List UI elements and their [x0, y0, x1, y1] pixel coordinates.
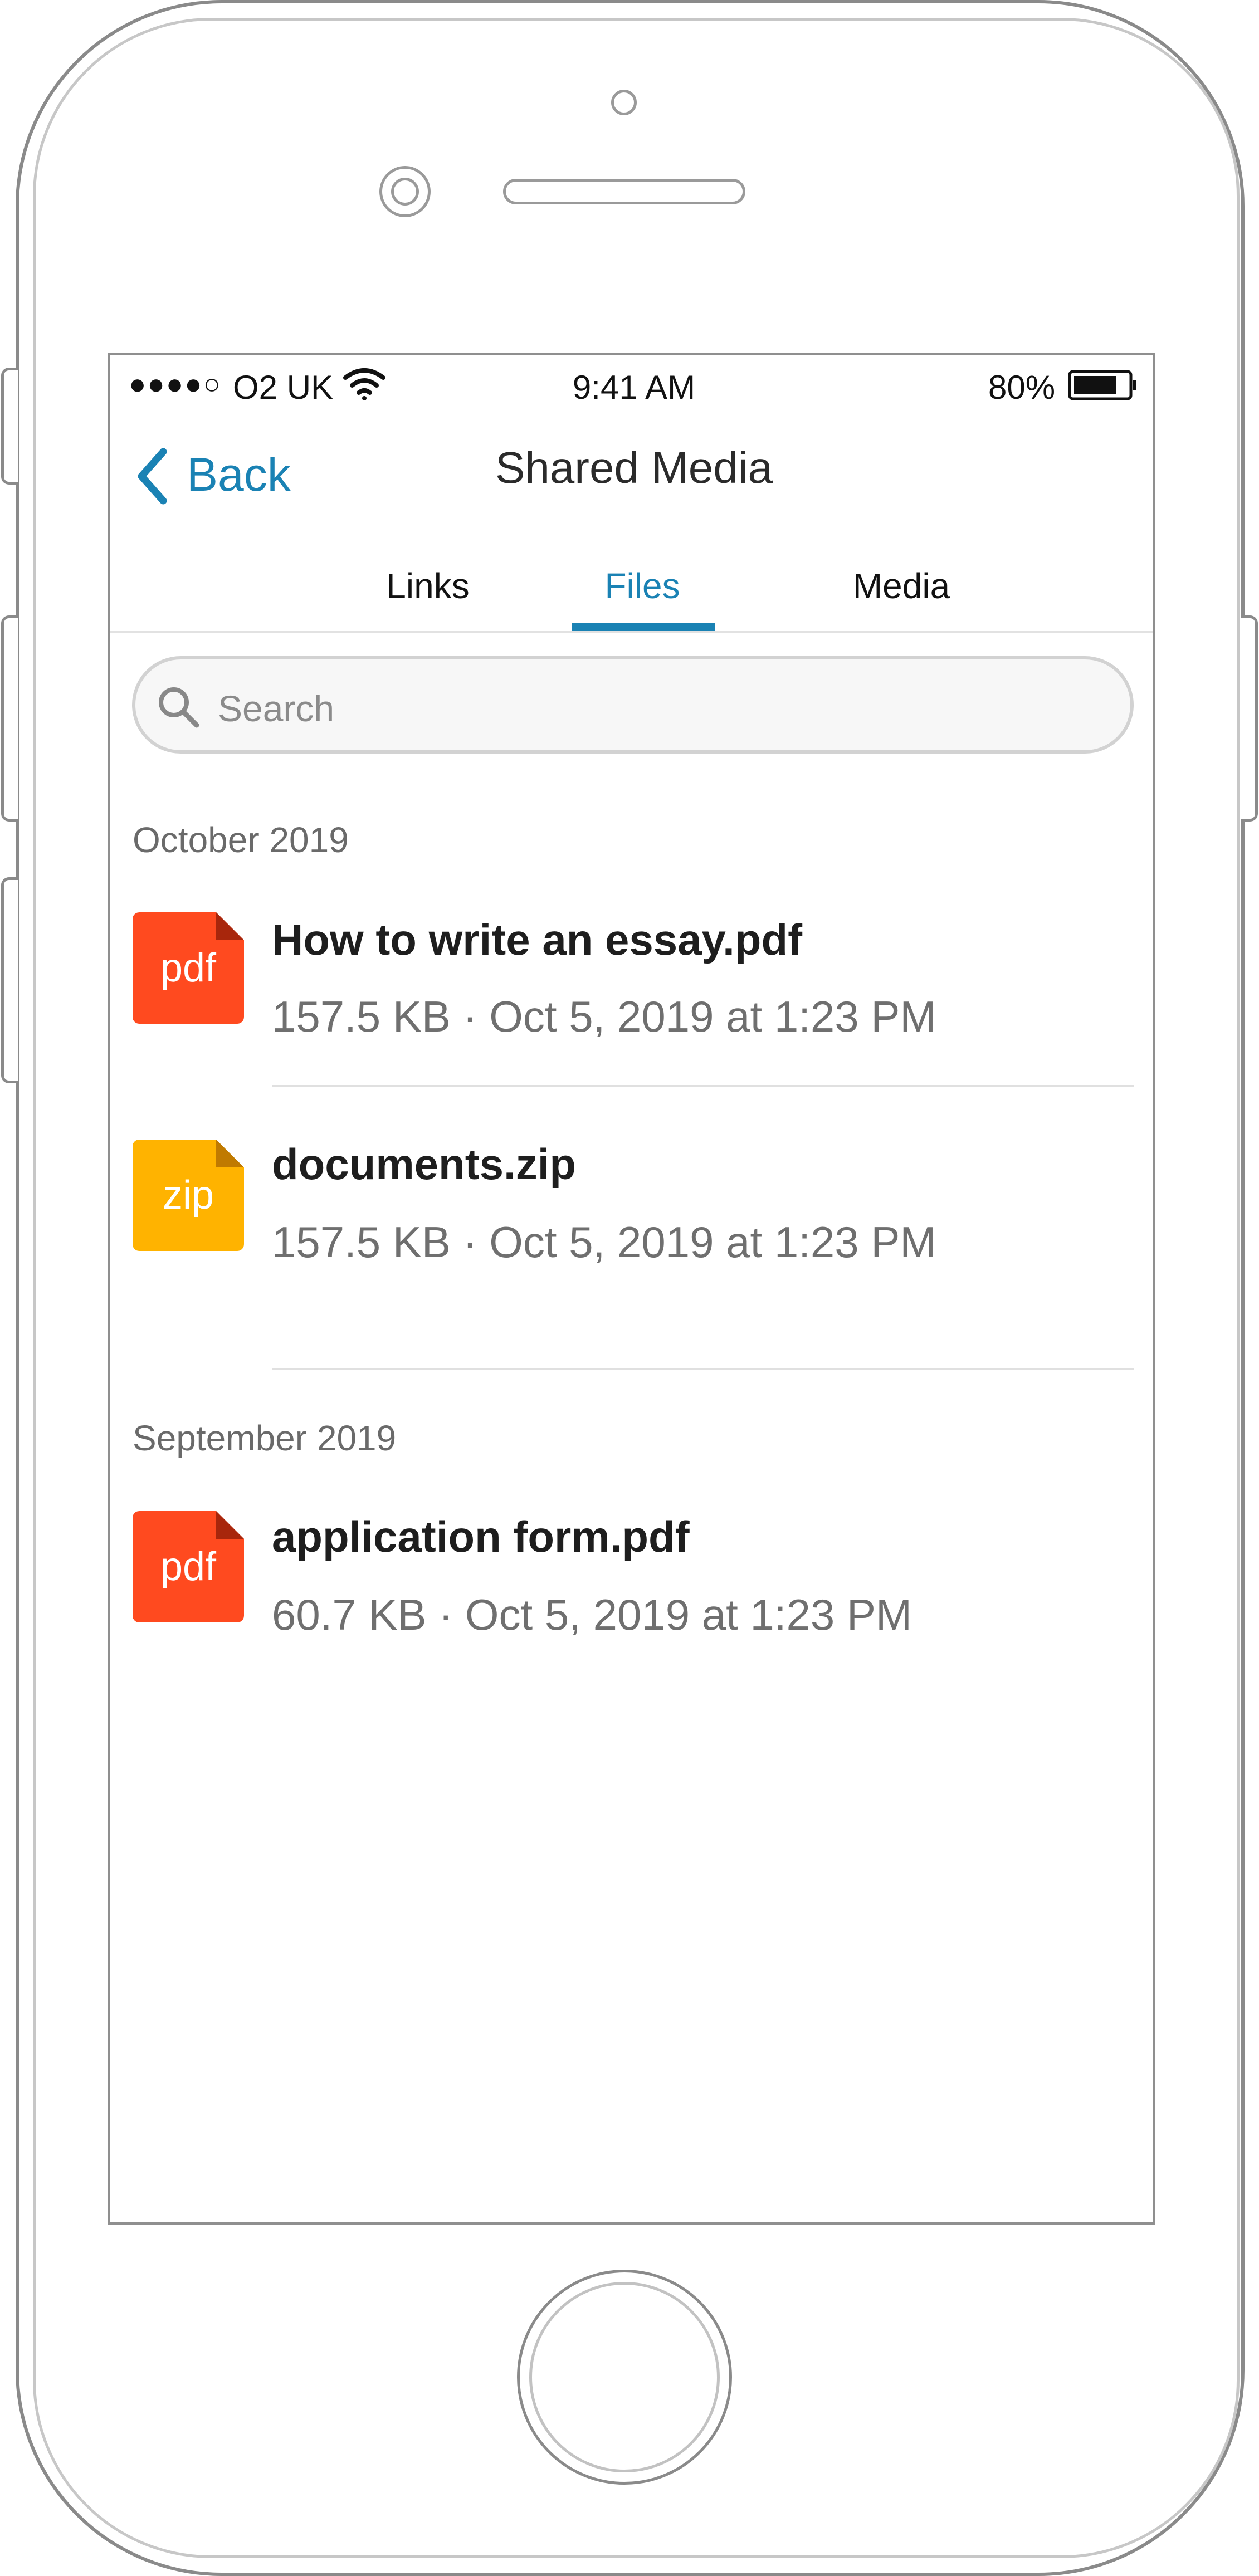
row-divider — [272, 1085, 1134, 1087]
file-meta: 60.7 KB · Oct 5, 2019 at 1:23 PM — [272, 1590, 912, 1639]
battery-percent: 80% — [988, 369, 1056, 406]
section-header-september-2019: September 2019 — [133, 1418, 397, 1458]
pdf-file-icon: pdf — [133, 912, 244, 1024]
file-name[interactable]: application form.pdf — [272, 1515, 690, 1558]
file-name[interactable]: documents.zip — [272, 1142, 576, 1186]
mute-switch — [1, 368, 18, 485]
clock: 9:41 AM — [572, 369, 696, 406]
search-icon — [157, 685, 201, 730]
pdf-file-icon: pdf — [133, 1511, 244, 1622]
carrier-name: O2 UK — [233, 369, 334, 406]
tab-files[interactable]: Files — [570, 568, 715, 604]
active-tab-indicator — [572, 623, 715, 631]
power-button — [1241, 615, 1258, 822]
row-divider — [272, 1368, 1134, 1370]
chevron-left-icon[interactable] — [133, 447, 177, 506]
screen: ●●●●○ O2 UK 9:41 AM 80% Back Shared Medi… — [108, 353, 1155, 2225]
back-button[interactable]: Back — [187, 451, 291, 498]
search-input[interactable]: Search — [218, 690, 334, 727]
earpiece-speaker — [503, 179, 745, 204]
tab-links[interactable]: Links — [355, 568, 500, 604]
wifi-icon — [343, 368, 385, 401]
home-button-ring — [529, 2282, 720, 2472]
volume-down-button — [1, 877, 18, 1083]
page-title: Shared Media — [495, 443, 773, 492]
section-header-october-2019: October 2019 — [133, 820, 349, 860]
tab-media[interactable]: Media — [829, 568, 974, 604]
battery-icon — [1068, 370, 1138, 400]
search-field[interactable]: Search — [132, 656, 1134, 754]
volume-up-button — [1, 615, 18, 822]
signal-strength: ●●●●○ — [129, 368, 222, 400]
file-meta: 157.5 KB · Oct 5, 2019 at 1:23 PM — [272, 992, 936, 1041]
front-camera — [611, 90, 637, 115]
file-meta: 157.5 KB · Oct 5, 2019 at 1:23 PM — [272, 1218, 936, 1267]
zip-file-icon: zip — [133, 1140, 244, 1251]
file-name[interactable]: How to write an essay.pdf — [272, 918, 802, 961]
proximity-sensor-inner — [391, 178, 419, 206]
tab-bar-divider — [110, 631, 1153, 633]
